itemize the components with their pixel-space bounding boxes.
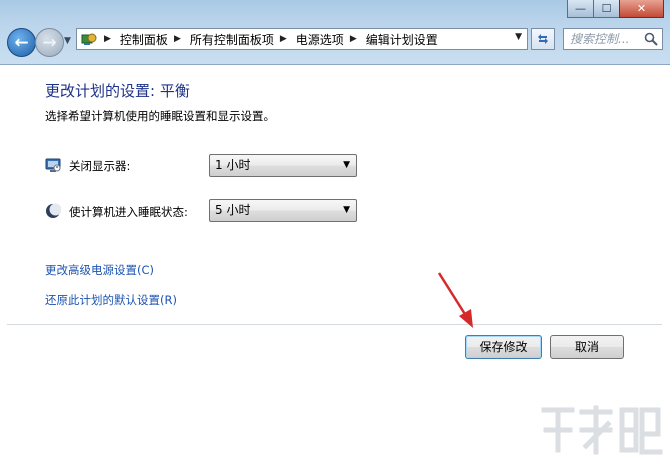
- close-button[interactable]: ✕: [619, 0, 664, 18]
- display-off-value: 1 小时: [215, 158, 251, 172]
- breadcrumb-separator-icon[interactable]: ▶: [104, 34, 111, 44]
- divider: [7, 324, 662, 325]
- breadcrumb-separator-icon[interactable]: ▶: [280, 34, 287, 44]
- control-panel-icon: [80, 31, 98, 47]
- search-icon[interactable]: [644, 32, 658, 46]
- sleep-value: 5 小时: [215, 203, 251, 217]
- save-changes-button[interactable]: 保存修改: [465, 335, 542, 359]
- page-subtitle: 选择希望计算机使用的睡眠设置和显示设置。: [45, 109, 275, 123]
- breadcrumb-separator-icon[interactable]: ▶: [350, 34, 357, 44]
- address-bar[interactable]: ▶ 控制面板 ▶ 所有控制面板项 ▶ 电源选项 ▶ 编辑计划设置 ▼: [76, 28, 528, 50]
- address-history-dropdown[interactable]: ▼: [515, 32, 522, 42]
- chevron-down-icon: ▼: [343, 160, 350, 170]
- refresh-icon: [538, 34, 548, 44]
- sleep-label: 使计算机进入睡眠状态:: [69, 205, 188, 219]
- chevron-down-icon: ▼: [343, 205, 350, 215]
- window-caption-buttons: — ☐ ✕: [567, 0, 664, 18]
- display-off-label: 关闭显示器:: [69, 159, 131, 173]
- refresh-button[interactable]: [531, 28, 555, 50]
- display-off-dropdown[interactable]: 1 小时 ▼: [209, 154, 357, 177]
- breadcrumb-all-items[interactable]: 所有控制面板项: [190, 31, 274, 48]
- search-placeholder: 搜索控制...: [570, 32, 630, 46]
- breadcrumb-separator-icon[interactable]: ▶: [174, 34, 181, 44]
- monitor-icon: [45, 157, 61, 173]
- back-button[interactable]: ←: [7, 28, 36, 57]
- sleep-moon-icon: [45, 203, 62, 219]
- page-title: 更改计划的设置: 平衡: [45, 82, 190, 100]
- watermark-logo: [541, 405, 663, 455]
- search-input[interactable]: 搜索控制...: [563, 28, 663, 50]
- breadcrumb-control-panel[interactable]: 控制面板: [120, 31, 168, 48]
- back-arrow-icon: ←: [14, 32, 29, 53]
- sleep-dropdown[interactable]: 5 小时 ▼: [209, 199, 357, 222]
- window-titlebar: — ☐ ✕ ← → ▼ ▶ 控制面板 ▶ 所有控制面板项 ▶ 电源选项 ▶ 编辑…: [0, 0, 670, 65]
- recent-pages-dropdown[interactable]: ▼: [64, 36, 71, 46]
- restore-defaults-link[interactable]: 还原此计划的默认设置(R): [45, 292, 177, 308]
- forward-arrow-icon: →: [42, 32, 57, 53]
- advanced-power-settings-link[interactable]: 更改高级电源设置(C): [45, 262, 154, 278]
- breadcrumb-power-options[interactable]: 电源选项: [296, 31, 344, 48]
- cancel-button[interactable]: 取消: [550, 335, 624, 359]
- forward-button[interactable]: →: [35, 28, 64, 57]
- main-content: 更改计划的设置: 平衡 选择希望计算机使用的睡眠设置和显示设置。 关闭显示器: …: [0, 65, 670, 460]
- breadcrumb-edit-plan[interactable]: 编辑计划设置: [366, 31, 438, 48]
- minimize-button[interactable]: —: [567, 0, 594, 18]
- maximize-button[interactable]: ☐: [593, 0, 620, 18]
